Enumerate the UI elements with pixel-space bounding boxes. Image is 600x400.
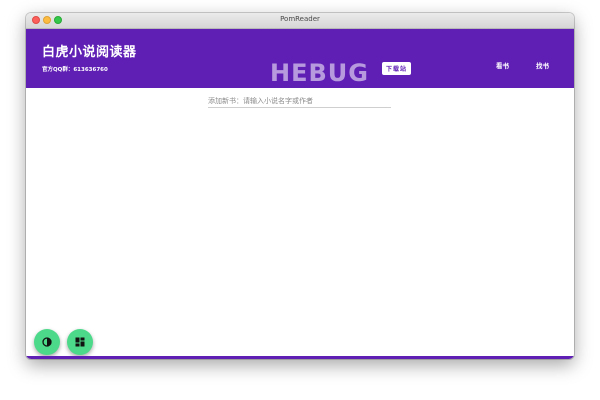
title-bar[interactable]: PomReader (26, 13, 574, 29)
window-title: PomReader (280, 15, 320, 23)
watermark-logo: HEBUG 下载站 (270, 59, 422, 89)
qq-group-label: 官方QQ群：613636760 (42, 67, 108, 73)
contrast-icon (42, 337, 52, 347)
dashboard-icon (75, 337, 85, 347)
layout-button[interactable] (67, 329, 93, 355)
app-window: PomReader 白虎小说阅读器 官方QQ群：613636760 HEBUG … (26, 13, 574, 359)
nav-read-button[interactable]: 看书 (496, 60, 509, 70)
add-book-input[interactable] (208, 95, 391, 107)
watermark-text: HEBUG (270, 59, 369, 87)
app-header: 白虎小说阅读器 官方QQ群：613636760 HEBUG 下载站 看书 找书 (26, 29, 574, 88)
bottom-accent-bar (26, 356, 574, 359)
theme-toggle-button[interactable] (34, 329, 60, 355)
add-book-field (208, 95, 391, 108)
app-title: 白虎小说阅读器 (42, 45, 137, 60)
watermark-tag: 下载站 (382, 62, 412, 75)
nav-find-button[interactable]: 找书 (536, 60, 549, 70)
